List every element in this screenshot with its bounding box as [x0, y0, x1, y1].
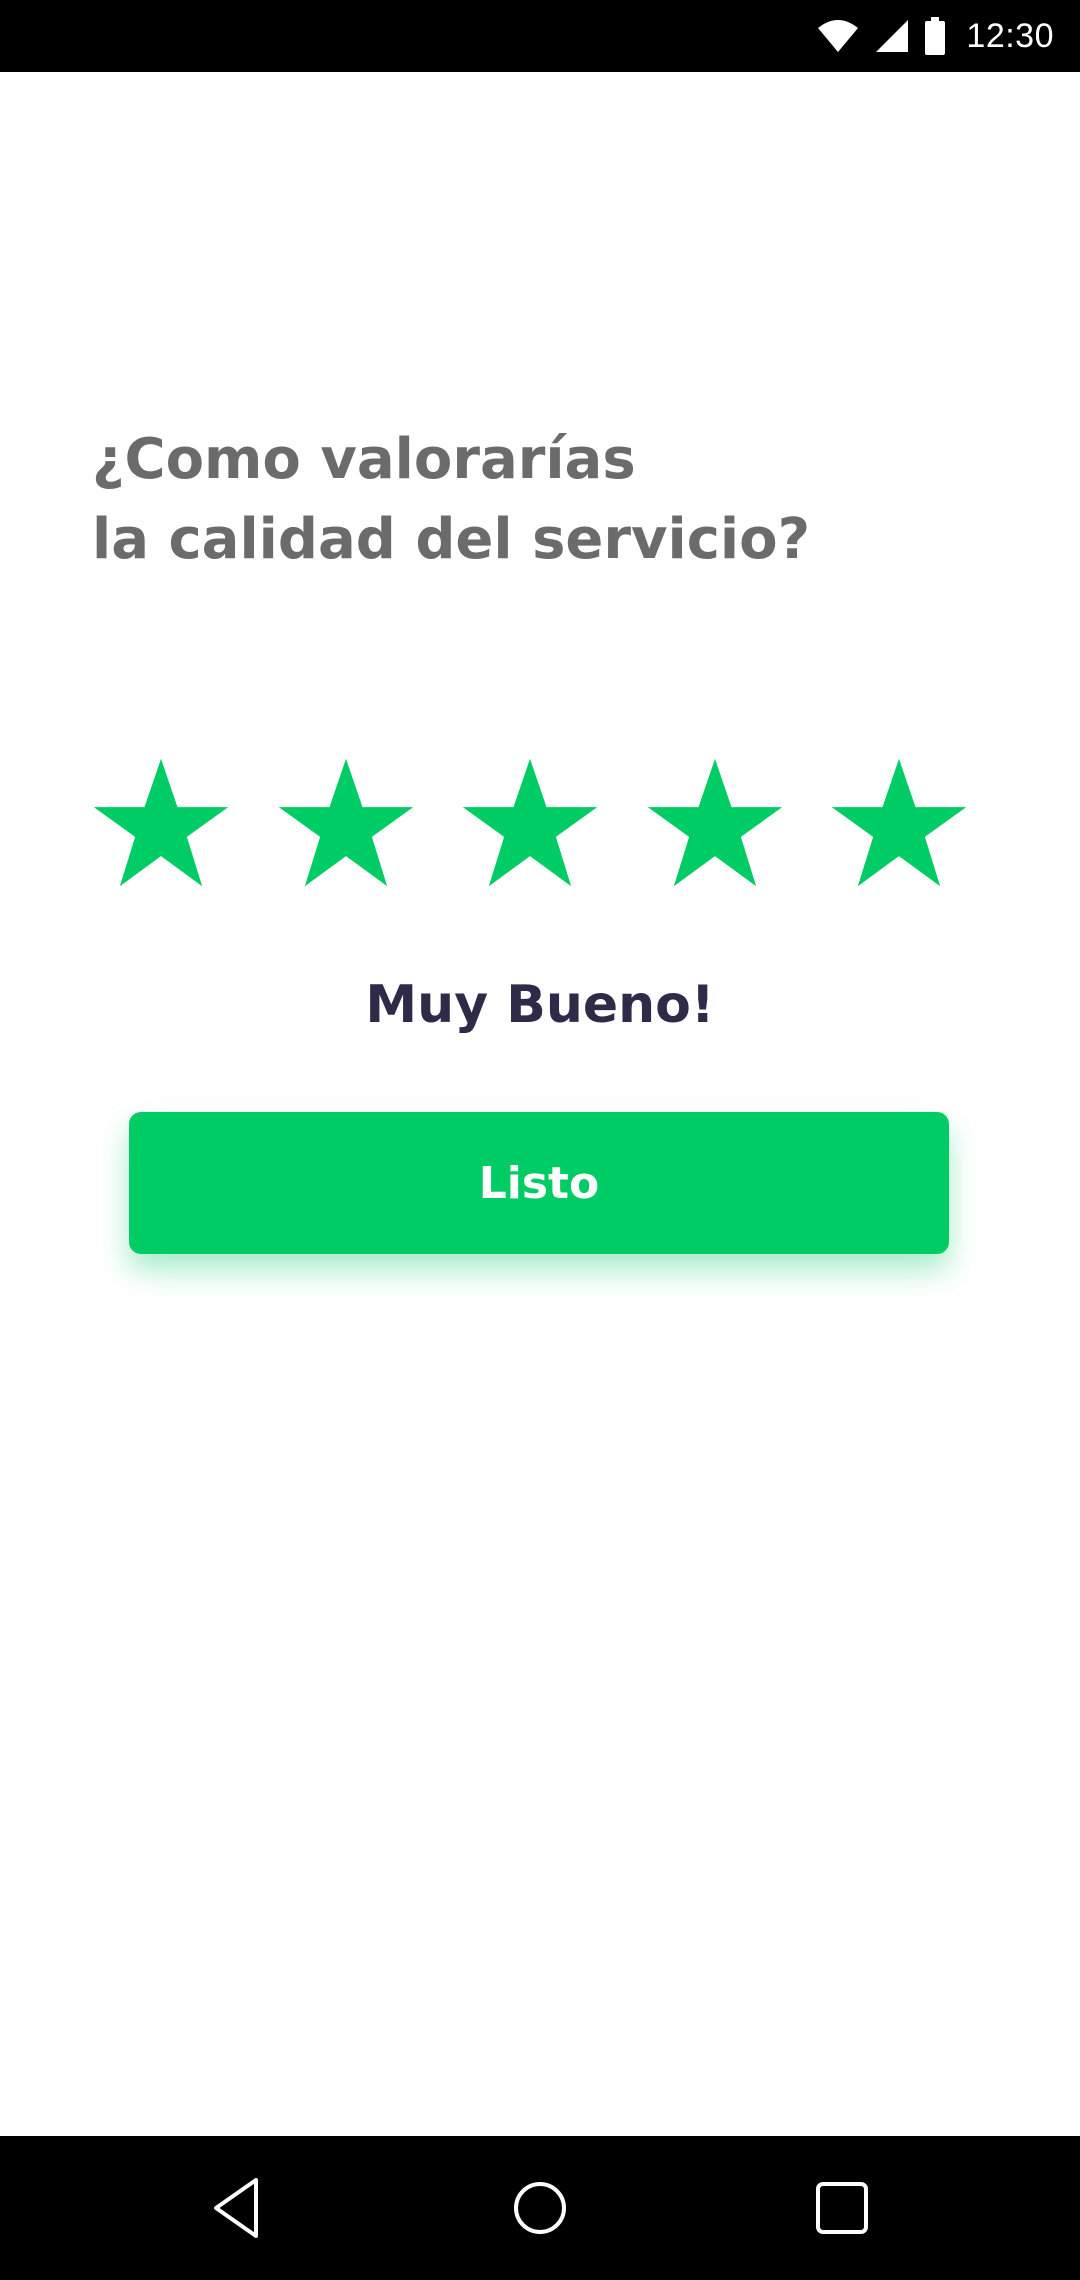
done-button-label: Listo: [478, 1157, 600, 1209]
wifi-icon: [818, 20, 859, 52]
rating-question: ¿Como valorarías la calidad del servicio…: [92, 420, 992, 580]
cellular-signal-icon: [876, 20, 909, 52]
navigation-bar: [0, 2136, 1080, 2280]
star-rating: [90, 756, 970, 896]
done-button[interactable]: Listo: [129, 1112, 949, 1254]
status-icons: 12:30: [816, 0, 1054, 72]
status-time: 12:30: [966, 16, 1054, 55]
star-icon-5[interactable]: [828, 756, 970, 896]
status-bar: 12:30: [0, 0, 1080, 72]
star-icon-1[interactable]: [90, 756, 232, 896]
question-line-1: ¿Como valorarías: [92, 427, 636, 492]
star-icon-4[interactable]: [644, 756, 786, 896]
star-icon-2[interactable]: [275, 756, 417, 896]
home-icon[interactable]: [504, 2172, 576, 2244]
back-icon[interactable]: [202, 2172, 274, 2244]
recents-icon[interactable]: [806, 2172, 878, 2244]
rating-screen: 12:30 ¿Como valorarías la calidad del se…: [0, 0, 1080, 2280]
question-line-2: la calidad del servicio?: [92, 507, 811, 572]
star-icon-3[interactable]: [459, 756, 601, 896]
rating-label: Muy Bueno!: [365, 975, 715, 1035]
battery-icon: [925, 17, 946, 55]
